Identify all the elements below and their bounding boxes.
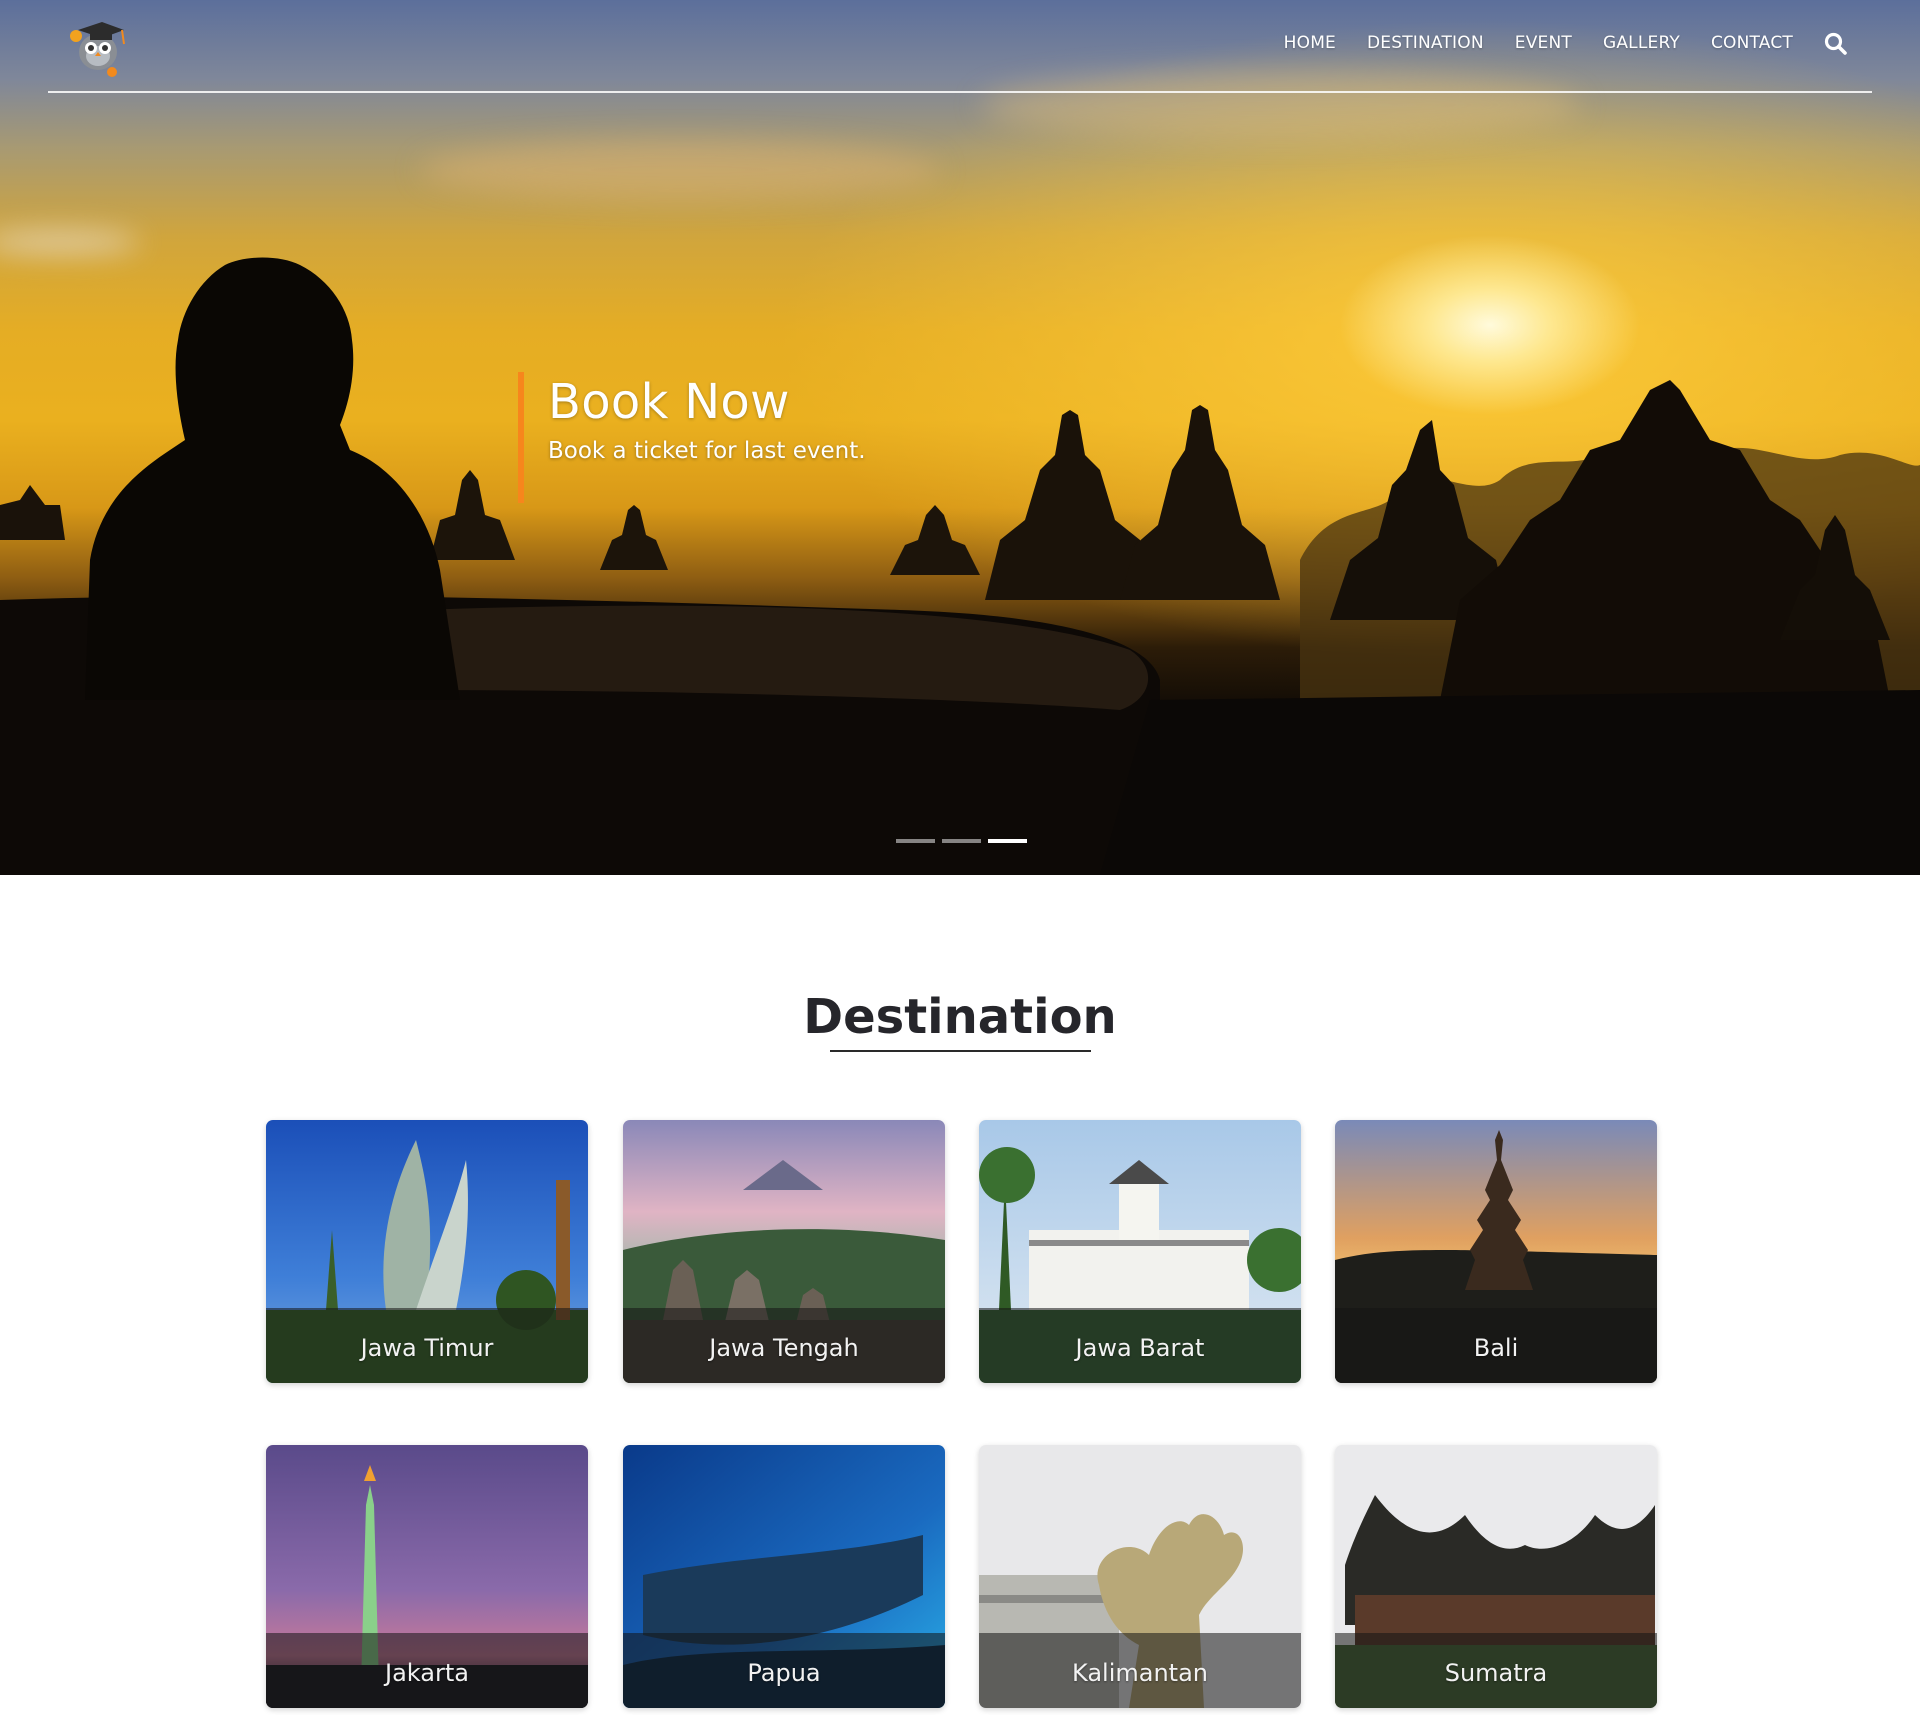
card-label-bar: Jawa Barat [979,1308,1301,1383]
card-label: Bali [1473,1333,1519,1362]
card-label-bar: Papua [623,1633,945,1708]
destination-card-kalimantan[interactable]: Kalimantan [979,1445,1301,1708]
card-label-bar: Jakarta [266,1633,588,1708]
hero-background-image [0,257,1920,875]
carousel-indicator-2[interactable] [942,839,981,843]
card-label: Papua [747,1658,821,1687]
carousel-indicator-3[interactable] [988,839,1027,843]
hero-carousel: HOME DESTINATION EVENT GALLERY CONTACT B… [0,0,1920,875]
title-underline [830,1050,1091,1052]
card-label: Jakarta [385,1658,469,1687]
card-label-bar: Kalimantan [979,1633,1301,1708]
destination-section-title: Destination [803,989,1117,1045]
nav-divider [48,91,1872,93]
destination-card-jawa-tengah[interactable]: Jawa Tengah [623,1120,945,1383]
card-label-bar: Bali [1335,1308,1657,1383]
hero-title: Book Now [548,374,790,430]
card-label: Sumatra [1444,1658,1548,1687]
nav-event[interactable]: EVENT [1515,33,1572,53]
destination-card-sumatra[interactable]: Sumatra [1335,1445,1657,1708]
card-label-bar: Sumatra [1335,1633,1657,1708]
destination-card-papua[interactable]: Papua [623,1445,945,1708]
card-label-bar: Jawa Timur [266,1308,588,1383]
destination-card-jakarta[interactable]: Jakarta [266,1445,588,1708]
hero-caption: Book Now Book a ticket for last event. [518,372,866,503]
card-label: Jawa Timur [360,1333,494,1362]
logo-icon [70,22,125,77]
nav-destination[interactable]: DESTINATION [1367,33,1484,53]
nav-home[interactable]: HOME [1284,33,1336,53]
carousel-indicator-1[interactable] [896,839,935,843]
hero-subtitle: Book a ticket for last event. [548,438,866,464]
card-label-bar: Jawa Tengah [623,1308,945,1383]
destination-card-bali[interactable]: Bali [1335,1120,1657,1383]
nav-contact[interactable]: CONTACT [1711,33,1793,53]
card-label: Kalimantan [1072,1658,1208,1687]
card-label: Jawa Tengah [709,1333,859,1362]
carousel-indicators [896,839,1027,843]
destination-card-jawa-timur[interactable]: Jawa Timur [266,1120,588,1383]
card-label: Jawa Barat [1075,1333,1205,1362]
nav-gallery[interactable]: GALLERY [1603,33,1680,53]
search-icon[interactable] [1823,31,1849,57]
destination-card-jawa-barat[interactable]: Jawa Barat [979,1120,1301,1383]
owl-graduate-logo[interactable] [62,12,134,78]
